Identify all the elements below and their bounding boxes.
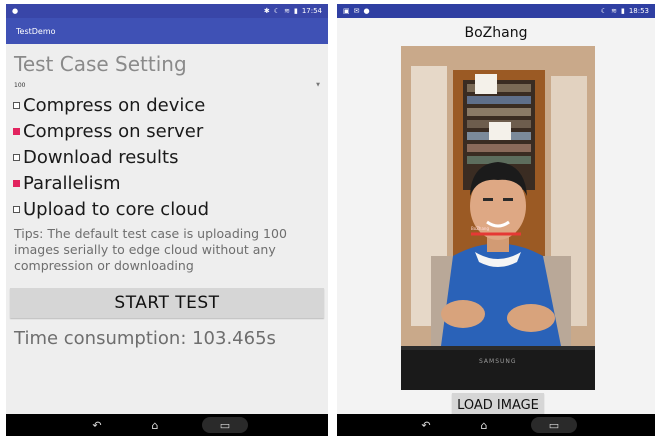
moon-icon: ☾ bbox=[600, 7, 608, 15]
option-label: Compress on server bbox=[23, 120, 204, 142]
checkbox-checked[interactable] bbox=[13, 127, 20, 135]
checkbox[interactable] bbox=[13, 153, 20, 161]
option-label: Upload to core cloud bbox=[23, 198, 210, 220]
location-icon: ● bbox=[363, 7, 370, 15]
home-icon[interactable]: ⌂ bbox=[144, 417, 166, 433]
bluetooth-icon: ✱ bbox=[263, 7, 270, 15]
image-count-spinner[interactable]: 100 ▼ bbox=[10, 78, 324, 92]
page-title: Test Case Setting bbox=[14, 52, 187, 76]
option-compress-on-device[interactable]: Compress on device bbox=[10, 92, 324, 118]
settings-panel: Test Case Setting 100 ▼ Compress on devi… bbox=[6, 52, 328, 349]
tips-text: Tips: The default test case is uploading… bbox=[14, 226, 287, 273]
status-bar: ▣ ✉ ● ☾ ≋ ▮ 18:53 bbox=[337, 4, 655, 18]
option-label: Download results bbox=[23, 146, 179, 168]
photo-illustration bbox=[401, 46, 595, 390]
option-upload-to-core-cloud[interactable]: Upload to core cloud bbox=[10, 196, 324, 222]
time-consumption: Time consumption: 103.465s bbox=[14, 328, 276, 349]
status-time: 17:54 bbox=[301, 7, 322, 15]
monitor-brand: SAMSUNG bbox=[479, 358, 517, 365]
right-phone-screen: ▣ ✉ ● ☾ ≋ ▮ 18:53 BoZhang BoZhang SAMSUN… bbox=[337, 4, 655, 436]
home-icon[interactable]: ⌂ bbox=[473, 417, 495, 433]
option-label: Compress on device bbox=[23, 94, 206, 116]
back-icon[interactable]: ↶ bbox=[415, 417, 437, 433]
mail-icon: ✉ bbox=[353, 7, 360, 15]
status-time: 18:53 bbox=[628, 7, 649, 15]
checkbox[interactable] bbox=[13, 205, 20, 213]
start-test-button[interactable]: START TEST bbox=[10, 288, 324, 318]
option-compress-on-server[interactable]: Compress on server bbox=[10, 118, 324, 144]
face-photo: BoZhang SAMSUNG bbox=[401, 46, 595, 390]
location-icon: ● bbox=[12, 7, 19, 15]
navigation-bar: ↶ ⌂ ▭ bbox=[337, 414, 655, 436]
dropdown-arrow-icon: ▼ bbox=[316, 82, 320, 88]
app-bar: TestDemo bbox=[6, 18, 328, 44]
option-parallelism[interactable]: Parallelism bbox=[10, 170, 324, 196]
wifi-icon: ≋ bbox=[284, 7, 290, 15]
battery-icon: ▮ bbox=[293, 7, 298, 15]
option-download-results[interactable]: Download results bbox=[10, 144, 324, 170]
checkbox[interactable] bbox=[13, 101, 20, 109]
recent-apps-icon[interactable]: ▭ bbox=[531, 417, 577, 433]
navigation-bar: ↶ ⌂ ▭ bbox=[6, 414, 328, 436]
left-phone-screen: ● ✱ ☾ ≋ ▮ 17:54 TestDemo Test Case Setti… bbox=[6, 4, 328, 436]
battery-icon: ▮ bbox=[620, 7, 625, 15]
app-title: TestDemo bbox=[16, 26, 56, 36]
recognized-name: BoZhang bbox=[464, 25, 528, 41]
spinner-value: 100 bbox=[14, 81, 26, 89]
moon-icon: ☾ bbox=[273, 7, 281, 15]
status-bar: ● ✱ ☾ ≋ ▮ 17:54 bbox=[6, 4, 328, 18]
back-icon[interactable]: ↶ bbox=[86, 417, 108, 433]
wifi-icon: ≋ bbox=[611, 7, 617, 15]
image-notification-icon: ▣ bbox=[343, 7, 350, 15]
option-label: Parallelism bbox=[23, 172, 121, 194]
recent-apps-icon[interactable]: ▭ bbox=[202, 417, 248, 433]
face-label: BoZhang bbox=[471, 226, 489, 231]
checkbox-checked[interactable] bbox=[13, 179, 20, 187]
